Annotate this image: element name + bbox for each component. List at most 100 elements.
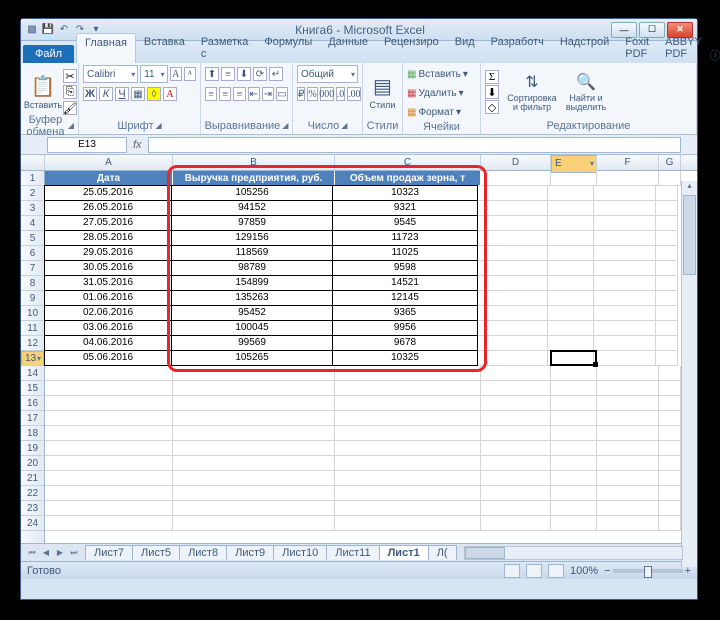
dec-decimal-button[interactable]: .00 bbox=[347, 87, 361, 101]
cell-F6[interactable] bbox=[594, 246, 656, 261]
cell-F24[interactable] bbox=[597, 516, 659, 531]
cell-A5[interactable]: 28.05.2016 bbox=[44, 230, 172, 246]
cell-A9[interactable]: 01.06.2016 bbox=[44, 290, 172, 306]
cell-C9[interactable]: 12145 bbox=[332, 290, 478, 306]
cell-C21[interactable] bbox=[335, 471, 481, 486]
cell-B8[interactable]: 154899 bbox=[171, 275, 333, 291]
cell-E7[interactable] bbox=[548, 261, 594, 276]
sheet-tab-7[interactable]: Л( bbox=[428, 545, 457, 560]
cell-A19[interactable] bbox=[45, 441, 173, 456]
row-header-16[interactable]: 16 bbox=[21, 396, 44, 411]
row-header-17[interactable]: 17 bbox=[21, 411, 44, 426]
cell-E10[interactable] bbox=[548, 306, 594, 321]
row-header-20[interactable]: 20 bbox=[21, 456, 44, 471]
cells-format-button[interactable]: Формат bbox=[418, 107, 454, 118]
cell-D24[interactable] bbox=[481, 516, 551, 531]
cell-C12[interactable]: 9678 bbox=[332, 335, 478, 351]
cell-D18[interactable] bbox=[481, 426, 551, 441]
row-header-6[interactable]: 6 bbox=[21, 246, 44, 261]
cell-D13[interactable] bbox=[478, 351, 548, 366]
cell-A24[interactable] bbox=[45, 516, 173, 531]
cell-F10[interactable] bbox=[594, 306, 656, 321]
cell-G24[interactable] bbox=[659, 516, 681, 531]
cell-D14[interactable] bbox=[481, 366, 551, 381]
cell-G22[interactable] bbox=[659, 486, 681, 501]
cell-F23[interactable] bbox=[597, 501, 659, 516]
cell-A17[interactable] bbox=[45, 411, 173, 426]
cells-delete-button[interactable]: Удалить bbox=[418, 88, 456, 99]
cell-B1[interactable]: Выручка предприятия, руб. bbox=[173, 171, 335, 186]
percent-button[interactable]: % bbox=[307, 87, 317, 101]
cell-E21[interactable] bbox=[551, 471, 597, 486]
cell-E1[interactable] bbox=[551, 171, 597, 186]
cell-A18[interactable] bbox=[45, 426, 173, 441]
cell-E19[interactable] bbox=[551, 441, 597, 456]
cell-A11[interactable]: 03.06.2016 bbox=[44, 320, 172, 336]
formula-input[interactable] bbox=[148, 137, 681, 153]
cell-B14[interactable] bbox=[173, 366, 335, 381]
cell-F2[interactable] bbox=[594, 186, 656, 201]
cell-F9[interactable] bbox=[594, 291, 656, 306]
merge-button[interactable]: ▭ bbox=[276, 87, 288, 101]
cell-E16[interactable] bbox=[551, 396, 597, 411]
sheet-tab-1[interactable]: Лист5 bbox=[132, 545, 180, 560]
row-header-15[interactable]: 15 bbox=[21, 381, 44, 396]
cell-B20[interactable] bbox=[173, 456, 335, 471]
cell-G4[interactable] bbox=[656, 216, 678, 231]
cell-B9[interactable]: 135263 bbox=[171, 290, 333, 306]
cell-G16[interactable] bbox=[659, 396, 681, 411]
align-left-button[interactable]: ≡ bbox=[205, 87, 217, 101]
cell-B15[interactable] bbox=[173, 381, 335, 396]
cell-D2[interactable] bbox=[478, 186, 548, 201]
ribbon-tab-5[interactable]: Рецензиро bbox=[376, 33, 447, 63]
cell-E17[interactable] bbox=[551, 411, 597, 426]
styles-button[interactable]: ▤Стили bbox=[367, 67, 398, 117]
cell-E5[interactable] bbox=[548, 231, 594, 246]
zoom-level[interactable]: 100% bbox=[570, 565, 598, 577]
col-header-F[interactable]: F bbox=[597, 155, 659, 170]
cell-B24[interactable] bbox=[173, 516, 335, 531]
cells-area[interactable]: ДатаВыручка предприятия, руб.Объем прода… bbox=[45, 171, 697, 543]
cell-B22[interactable] bbox=[173, 486, 335, 501]
cell-A20[interactable] bbox=[45, 456, 173, 471]
cell-F16[interactable] bbox=[597, 396, 659, 411]
cell-E24[interactable] bbox=[551, 516, 597, 531]
cell-B13[interactable]: 105265 bbox=[171, 350, 333, 366]
cell-E4[interactable] bbox=[548, 216, 594, 231]
ribbon-tab-4[interactable]: Данные bbox=[320, 33, 376, 63]
help-icon[interactable]: ⓘ bbox=[710, 47, 720, 63]
sheet-last-icon[interactable]: ⏭ bbox=[67, 546, 81, 560]
cell-D15[interactable] bbox=[481, 381, 551, 396]
cell-E11[interactable] bbox=[548, 321, 594, 336]
align-bottom-button[interactable]: ⬇ bbox=[237, 67, 251, 81]
wrap-text-button[interactable]: ↵ bbox=[269, 67, 283, 81]
grow-font-button[interactable]: A bbox=[170, 67, 182, 81]
ribbon-tab-7[interactable]: Разработч bbox=[483, 33, 552, 63]
cell-F8[interactable] bbox=[594, 276, 656, 291]
cell-A12[interactable]: 04.06.2016 bbox=[44, 335, 172, 351]
vertical-scrollbar[interactable]: ▴ bbox=[681, 181, 697, 567]
cell-F22[interactable] bbox=[597, 486, 659, 501]
row-header-4[interactable]: 4 bbox=[21, 216, 44, 231]
cell-G8[interactable] bbox=[656, 276, 678, 291]
row-header-19[interactable]: 19 bbox=[21, 441, 44, 456]
align-top-button[interactable]: ⬆ bbox=[205, 67, 219, 81]
cell-F21[interactable] bbox=[597, 471, 659, 486]
cell-C19[interactable] bbox=[335, 441, 481, 456]
cell-F7[interactable] bbox=[594, 261, 656, 276]
cell-C8[interactable]: 14521 bbox=[332, 275, 478, 291]
cell-C18[interactable] bbox=[335, 426, 481, 441]
sheet-first-icon[interactable]: ⏮ bbox=[25, 546, 39, 560]
cell-C14[interactable] bbox=[335, 366, 481, 381]
cell-A21[interactable] bbox=[45, 471, 173, 486]
cell-C3[interactable]: 9321 bbox=[332, 200, 478, 216]
cell-E9[interactable] bbox=[548, 291, 594, 306]
col-header-G[interactable]: G bbox=[659, 155, 681, 170]
zoom-slider[interactable]: −+ bbox=[604, 565, 691, 577]
sheet-next-icon[interactable]: ▶ bbox=[53, 546, 67, 560]
col-header-D[interactable]: D bbox=[481, 155, 551, 170]
view-layout-button[interactable] bbox=[526, 564, 542, 578]
cell-F4[interactable] bbox=[594, 216, 656, 231]
number-dialog-icon[interactable]: ◢ bbox=[341, 121, 347, 130]
ribbon-tab-3[interactable]: Формулы bbox=[256, 33, 320, 63]
